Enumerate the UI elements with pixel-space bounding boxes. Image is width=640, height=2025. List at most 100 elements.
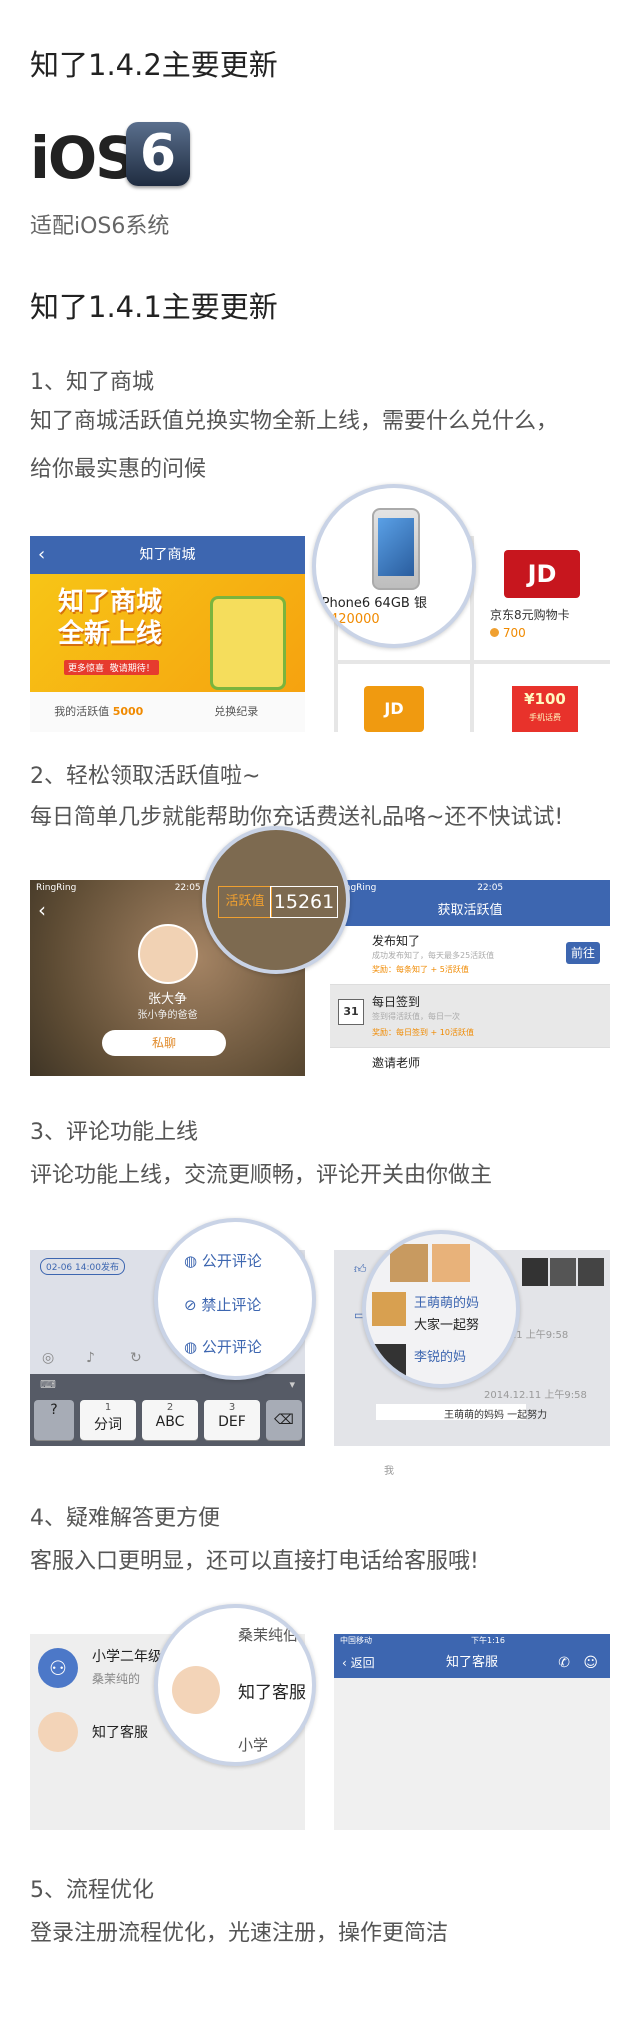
service-chat-item[interactable]: 知了客服: [92, 1722, 148, 1742]
globe-icon: ◍: [184, 1252, 198, 1270]
banner-line2: 全新上线: [58, 619, 163, 649]
task-item-invite: 邀请老师: [330, 1048, 610, 1076]
service-name-magnified[interactable]: 知了客服: [238, 1678, 306, 1703]
private-message-button[interactable]: 私聊: [102, 1030, 226, 1056]
my-active-value: 我的活跃值 5000: [54, 705, 144, 718]
gift-box-icon: [210, 596, 286, 690]
ios6-logo: iOS 6: [30, 120, 200, 192]
banner-tag: 更多惊喜 敬请期待！: [64, 660, 159, 675]
public-comment-toggle[interactable]: ◍ 公开评论: [184, 1336, 262, 1357]
ban-comment-option[interactable]: ⊘ 禁止评论: [184, 1294, 261, 1315]
ios6-badge-icon: 6: [126, 122, 190, 186]
jd-card-price: 700: [490, 626, 526, 640]
comment-options-magnifier: ◍ 公开评论 ⊘ 禁止评论 ◍ 公开评论: [154, 1218, 316, 1380]
back-button[interactable]: ‹ 返回: [342, 1648, 375, 1678]
section1-desc1: 知了商城活跃值兑换实物全新上线，需要什么兑什么，: [30, 409, 559, 434]
shop-banner[interactable]: 知了商城 全新上线 更多惊喜 敬请期待！: [30, 574, 305, 692]
key-3[interactable]: 3 DEF: [204, 1400, 260, 1440]
v142-desc: 适配iOS6系统: [30, 214, 170, 239]
keyboard: ⌨ ▾ ? 1 分词 2 ABC 3 DEF ⌫: [30, 1374, 305, 1446]
tasks-screen: RingRing 22:05 获取活跃值 发布知了 成功发布知了，每天最多25活跃…: [330, 880, 610, 1076]
key-symbol[interactable]: ?: [34, 1400, 74, 1440]
group-subtitle: 桑茉纯的: [92, 1672, 141, 1686]
dog-avatar: [390, 1244, 428, 1282]
phone-icon[interactable]: ✆: [558, 1648, 570, 1678]
key-1[interactable]: 1 分词: [80, 1400, 136, 1440]
section5-desc: 登录注册流程优化，光速注册，操作更简洁: [30, 1921, 449, 1946]
feed-footer-text: 我: [384, 1466, 394, 1477]
profile-subtitle: 张小争的爸爸: [137, 1010, 198, 1021]
jd-card-icon: JD: [504, 550, 580, 598]
section2-title: 2、轻松领取活跃值啦~: [30, 764, 261, 789]
task-item-publish: 发布知了 成功发布知了，每天最多25活跃值 奖励：每条知了 + 5活跃值 前往: [330, 926, 610, 985]
section3-desc: 评论功能上线，交流更顺畅，评论开关由你做主: [30, 1163, 493, 1188]
v141-title: 知了1.4.1主要更新: [30, 290, 278, 324]
comment-user-2[interactable]: 李锐的妈: [414, 1346, 466, 1365]
section1-title: 1、知了商城: [30, 370, 154, 395]
product-jd-card[interactable]: JD 京东8元购物卡 700: [474, 536, 610, 660]
microphone-icon[interactable]: ♪: [86, 1350, 95, 1366]
profile-icon[interactable]: ☺: [583, 1648, 598, 1678]
service-magnifier: 桑茉纯伯 知了客服 小学: [154, 1604, 316, 1766]
section1-desc2: 给你最实惠的问候: [30, 457, 207, 482]
jd-card-orange-icon: JD: [364, 686, 424, 732]
phone-card-product[interactable]: ¥100 手机话费: [474, 664, 610, 732]
shop-screen: ‹ 知了商城 知了商城 全新上线 更多惊喜 敬请期待！ 我的活跃值 5000 兑…: [30, 536, 305, 732]
girl-avatar: [432, 1244, 470, 1282]
key-2[interactable]: 2 ABC: [142, 1400, 198, 1440]
coin-icon: [490, 628, 499, 637]
comment-user-1[interactable]: 王萌萌的妈: [414, 1292, 479, 1311]
globe-icon: ◍: [184, 1338, 198, 1356]
back-arrow-icon[interactable]: ‹: [38, 898, 46, 922]
camera-icon[interactable]: ◎: [42, 1350, 54, 1366]
commenter-avatar: [372, 1292, 406, 1326]
comment-msg-1: 大家一起努: [414, 1318, 480, 1333]
tasks-nav-title: 获取活跃值: [330, 896, 610, 926]
banner-line1: 知了商城: [58, 587, 163, 617]
v142-title: 知了1.4.2主要更新: [30, 48, 278, 82]
active-value-label: 活跃值: [218, 886, 272, 918]
group-name[interactable]: 小学二年级: [92, 1646, 162, 1666]
keyboard-icon[interactable]: ⌨: [40, 1378, 56, 1391]
jd-card-name: 京东8元购物卡: [490, 608, 570, 622]
ios-logo-text: iOS: [30, 124, 137, 192]
service-avatar: [38, 1712, 78, 1752]
task-item-checkin: 31 每日签到 签到得活跃值，每日一次 奖励：每日签到 + 10活跃值: [330, 985, 610, 1048]
ban-icon: ⊘: [184, 1296, 197, 1314]
profile-name: 张大争: [147, 992, 187, 1007]
service-avatar: [172, 1666, 220, 1714]
publish-date-tag: 02-06 14:00发布: [40, 1258, 125, 1275]
avatar[interactable]: [138, 924, 198, 984]
iphone-magnifier: iPhone6 64GB 银 420000: [312, 484, 476, 648]
keyboard-hide-icon[interactable]: ▾: [289, 1378, 295, 1391]
section3-title: 3、评论功能上线: [30, 1120, 198, 1145]
like-icon[interactable]: 👍︎: [354, 1262, 367, 1277]
service-screen: 中国移动 下午1:16 ‹ 返回 知了客服 ✆ ☺: [334, 1634, 610, 1830]
comment-msg-2: 王萌萌的妈妈 一起努力: [444, 1410, 548, 1421]
public-comment-option[interactable]: ◍ 公开评论: [184, 1250, 262, 1271]
comment-time-2: 2014.12.11 上午9:58: [484, 1390, 587, 1401]
liker-avatars: [522, 1258, 604, 1286]
shop-nav-title: 知了商城: [139, 547, 196, 563]
calendar-icon: 31: [338, 999, 364, 1025]
exchange-record-link[interactable]: 兑换纪录: [168, 692, 306, 732]
active-value-magnifier: 活跃值 15261: [202, 826, 350, 974]
history-icon[interactable]: ↻: [130, 1350, 142, 1366]
phone-card-icon: ¥100 手机话费: [512, 686, 578, 732]
backspace-icon[interactable]: ⌫: [266, 1400, 302, 1440]
service-navbar: ‹ 返回 知了客服 ✆ ☺: [334, 1648, 610, 1678]
active-value-number: 15261: [270, 886, 338, 918]
group-icon: ⚇: [38, 1648, 78, 1688]
iphone-icon: [372, 508, 420, 590]
section4-desc: 客服入口更明显，还可以直接打电话给客服哦!: [30, 1549, 479, 1574]
iphone-name: iPhone6 64GB 银: [318, 596, 427, 611]
section5-title: 5、流程优化: [30, 1878, 154, 1903]
back-arrow-icon[interactable]: ‹: [38, 536, 45, 574]
feed-magnifier: 王萌萌的妈 大家一起努 李锐的妈: [362, 1230, 520, 1388]
go-button[interactable]: 前往: [566, 942, 600, 964]
shop-navbar: ‹ 知了商城: [30, 536, 305, 574]
status-bar: RingRing 22:05: [330, 880, 610, 896]
status-bar: 中国移动 下午1:16: [334, 1634, 610, 1648]
commenter-avatar: [372, 1344, 406, 1378]
section4-title: 4、疑难解答更方便: [30, 1506, 220, 1531]
